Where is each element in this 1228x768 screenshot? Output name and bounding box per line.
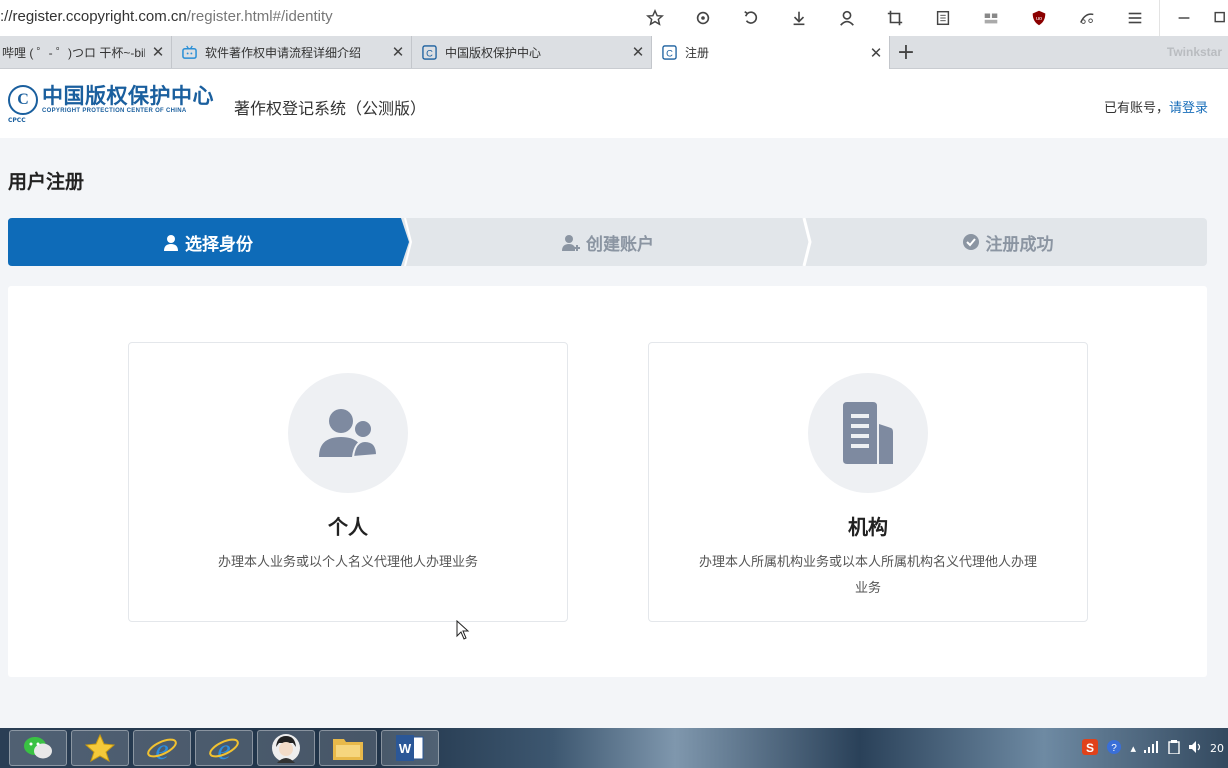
restore-icon[interactable] [1208,0,1228,36]
avatar-app-taskbar-button[interactable] [257,730,315,766]
svg-text:C: C [666,48,673,58]
tab-title: 哔哩 ( ゜- ゜)つロ 干杯~-bilibili [2,45,145,60]
url-input[interactable]: ://register.ccopyright.com.cn/register.h… [0,8,333,25]
reader-icon[interactable] [919,0,967,36]
account-icon[interactable] [823,0,871,36]
bookmark-star-icon[interactable] [631,0,679,36]
word-taskbar-button[interactable]: W [381,730,439,766]
has-account-text: 已有账号， [1103,101,1169,116]
step-select-identity: 选择身份 [8,218,408,266]
step-label: 创建账户 [586,234,654,255]
identity-card-organization[interactable]: 机构 办理本人所属机构业务或以本人所属机构名义代理他人办理业务 [648,342,1088,622]
browser-toolbar: uo [631,0,1228,36]
explorer-taskbar-button[interactable] [319,730,377,766]
logo-abbr: CPCC [8,117,26,124]
tab-bar: 哔哩 ( ゜- ゜)つロ 干杯~-bilibili ✕ 软件著作权申请流程详细介… [0,36,1228,69]
ie-taskbar-button-1[interactable]: e [133,730,191,766]
star-icon [85,734,115,762]
sogou-ime-icon[interactable]: S [1082,738,1099,758]
system-tray: S ? ▴ 20 [1078,728,1228,768]
tab-bilibili[interactable]: 哔哩 ( ゜- ゜)つロ 干杯~-bilibili ✕ [0,36,172,68]
logo-cn: 中国版权保护中心 [42,84,214,108]
internet-explorer-icon: e [209,733,239,763]
folder-icon [333,739,363,760]
extensions-icon[interactable] [967,0,1015,36]
tab-cpcc[interactable]: C 中国版权保护中心 ✕ [412,36,652,68]
logo-text: 中国版权保护中心 COPYRIGHT PROTECTION CENTER OF … [42,85,214,115]
tab-title: 软件著作权申请流程详细介绍 [205,45,362,60]
internet-explorer-icon: e [147,733,177,763]
check-circle-icon [962,234,979,250]
logo-en: COPYRIGHT PROTECTION CENTER OF CHINA [42,108,187,114]
user-icon [164,234,178,251]
page-title: 用户注册 [8,171,85,193]
wechat-icon [24,737,52,759]
windows-taskbar: e e W S ? ▴ 20 [0,728,1228,768]
login-link[interactable]: 请登录 [1169,101,1208,116]
wechat-taskbar-button[interactable] [9,730,67,766]
cpcc-favicon-icon: C [422,44,437,60]
step-create-account: 创建账户 [408,218,808,266]
svg-text:uo: uo [1036,16,1042,22]
minimize-icon[interactable] [1160,0,1208,36]
crop-icon[interactable] [871,0,919,36]
tab-register[interactable]: C 注册 ✕ [652,36,890,69]
tab-close-icon[interactable]: ✕ [625,43,651,61]
menu-icon[interactable] [1111,0,1159,36]
identity-card-area: 个人 办理本人业务或以个人名义代理他人办理业务 机构 办理本人所属机构业务或以本… [8,286,1207,677]
identity-card-individual[interactable]: 个人 办理本人业务或以个人名义代理他人办理业务 [128,342,568,622]
tray-expand-icon[interactable]: ▴ [1130,742,1136,755]
word-icon: W [396,735,424,761]
users-icon [288,373,408,493]
star-app-taskbar-button[interactable] [71,730,129,766]
login-area: 已有账号，请登录 [1104,97,1208,116]
user-plus-icon [562,234,580,251]
svg-text:S: S [1086,741,1094,755]
tab-close-icon[interactable]: ✕ [863,44,889,62]
refresh-icon[interactable] [679,0,727,36]
svg-text:e: e [217,733,230,763]
ublock-icon[interactable]: uo [1015,0,1063,36]
step-register-success: 注册成功 [808,218,1207,266]
card-description: 办理本人所属机构业务或以本人所属机构名义代理他人办理业务 [698,555,1037,596]
svg-text:?: ? [1112,743,1118,754]
bilibili-tv-icon [182,45,197,60]
speed-icon[interactable] [1063,0,1111,36]
card-title: 个人 [328,515,368,539]
new-tab-button[interactable]: + [892,36,920,68]
svg-text:C: C [426,48,433,58]
logo-mark-icon: C [8,85,38,115]
tab-software-copyright[interactable]: 软件著作权申请流程详细介绍 ✕ [172,36,412,68]
address-bar: ://register.ccopyright.com.cn/register.h… [0,0,1228,37]
svg-text:e: e [155,733,168,763]
ie-taskbar-button-2[interactable]: e [195,730,253,766]
clock-text[interactable]: 20 [1210,742,1224,755]
step-label: 注册成功 [985,234,1054,255]
cpcc-favicon-icon: C [662,45,677,60]
tab-title: 中国版权保护中心 [445,45,542,60]
building-icon [808,373,928,493]
browser-brand-label: Twinkstar [1166,45,1222,59]
cpcc-logo[interactable]: C 中国版权保护中心 COPYRIGHT PROTECTION CENTER O… [8,85,214,124]
url-host: ://register.ccopyright.com.cn [0,8,187,25]
avatar-icon [272,734,300,763]
url-path: /register.html#/identity [186,8,333,25]
help-icon[interactable]: ? [1106,739,1122,758]
card-description: 办理本人业务或以个人名义代理他人办理业务 [217,555,478,570]
tab-close-icon[interactable]: ✕ [385,43,411,61]
mouse-cursor-icon [456,620,470,640]
step-label: 选择身份 [185,234,253,255]
svg-text:W: W [399,741,412,756]
site-header: C 中国版权保护中心 COPYRIGHT PROTECTION CENTER O… [0,69,1228,138]
system-name: 著作权登记系统（公测版） [234,99,427,118]
clipboard-icon[interactable] [1168,739,1180,757]
tab-title: 注册 [685,46,710,60]
card-title: 机构 [848,515,888,539]
volume-icon[interactable] [1188,740,1202,757]
download-icon[interactable] [775,0,823,36]
registration-steps: 选择身份 创建账户 注册成功 [8,218,1207,266]
network-signal-icon[interactable] [1144,740,1160,756]
tab-close-icon[interactable]: ✕ [145,43,171,61]
undo-icon[interactable] [727,0,775,36]
